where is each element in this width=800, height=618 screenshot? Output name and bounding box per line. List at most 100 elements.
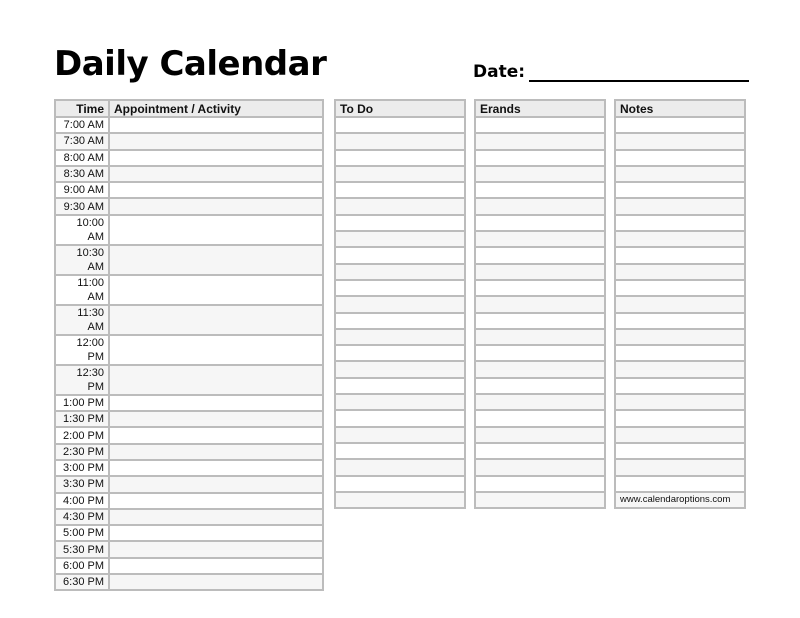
notes-cell[interactable] bbox=[614, 132, 746, 151]
activity-cell[interactable] bbox=[108, 491, 324, 510]
notes-cell[interactable] bbox=[614, 278, 746, 298]
errands-cell[interactable] bbox=[474, 311, 606, 330]
errands-cell[interactable] bbox=[474, 181, 606, 200]
notes-cell[interactable] bbox=[614, 181, 746, 200]
todo-cell[interactable] bbox=[334, 441, 466, 461]
errands-cell[interactable] bbox=[474, 490, 606, 510]
errands-cell[interactable] bbox=[474, 474, 606, 493]
errands-cell[interactable] bbox=[474, 344, 606, 363]
activity-cell[interactable] bbox=[108, 164, 324, 184]
activity-cell[interactable] bbox=[108, 148, 324, 167]
todo-cell[interactable] bbox=[334, 409, 466, 428]
notes-cell[interactable] bbox=[614, 197, 746, 216]
errands-cell[interactable] bbox=[474, 115, 606, 135]
errands-cell[interactable] bbox=[474, 441, 606, 461]
errands-cell[interactable] bbox=[474, 246, 606, 265]
notes-cell[interactable] bbox=[614, 458, 746, 477]
todo-cell[interactable] bbox=[334, 311, 466, 330]
notes-cell[interactable] bbox=[614, 344, 746, 363]
notes-cell[interactable] bbox=[614, 425, 746, 444]
errands-cell[interactable] bbox=[474, 409, 606, 428]
todo-cell[interactable] bbox=[334, 246, 466, 265]
activity-cell[interactable] bbox=[108, 213, 324, 246]
todo-cell[interactable] bbox=[334, 164, 466, 184]
todo-cell[interactable] bbox=[334, 393, 466, 412]
activity-cell[interactable] bbox=[108, 393, 324, 413]
errands-cell[interactable] bbox=[474, 213, 606, 233]
errands-cell[interactable] bbox=[474, 148, 606, 167]
activity-cell[interactable] bbox=[108, 181, 324, 200]
notes-cell[interactable] bbox=[614, 393, 746, 412]
activity-cell[interactable] bbox=[108, 524, 324, 543]
activity-cell[interactable] bbox=[108, 475, 324, 494]
errands-cell[interactable] bbox=[474, 197, 606, 216]
todo-cell[interactable] bbox=[334, 230, 466, 249]
todo-cell[interactable] bbox=[334, 278, 466, 298]
activity-cell[interactable] bbox=[108, 458, 324, 478]
activity-cell[interactable] bbox=[108, 573, 324, 592]
errands-cell[interactable] bbox=[474, 164, 606, 184]
errands-cell[interactable] bbox=[474, 360, 606, 379]
todo-cell[interactable] bbox=[334, 376, 466, 396]
activity-cell[interactable] bbox=[108, 197, 324, 216]
date-input-line[interactable] bbox=[529, 62, 750, 82]
todo-cell[interactable] bbox=[334, 262, 466, 281]
activity-cell[interactable] bbox=[108, 303, 324, 336]
notes-cell[interactable] bbox=[614, 360, 746, 379]
errands-cell[interactable] bbox=[474, 425, 606, 444]
todo-row bbox=[334, 441, 466, 461]
errands-cell[interactable] bbox=[474, 132, 606, 151]
notes-cell[interactable] bbox=[614, 376, 746, 396]
activity-cell[interactable] bbox=[108, 132, 324, 151]
activity-cell[interactable] bbox=[108, 540, 324, 559]
todo-cell[interactable] bbox=[334, 360, 466, 379]
todo-cell[interactable] bbox=[334, 148, 466, 167]
notes-cell[interactable] bbox=[614, 441, 746, 461]
todo-cell[interactable] bbox=[334, 474, 466, 493]
activity-cell[interactable] bbox=[108, 115, 324, 135]
todo-cell[interactable] bbox=[334, 132, 466, 151]
todo-cell[interactable] bbox=[334, 425, 466, 444]
errands-cell[interactable] bbox=[474, 376, 606, 396]
notes-cell[interactable] bbox=[614, 246, 746, 265]
todo-cell[interactable] bbox=[334, 181, 466, 200]
notes-cell[interactable] bbox=[614, 327, 746, 347]
activity-cell[interactable] bbox=[108, 507, 324, 527]
activity-cell[interactable] bbox=[108, 556, 324, 576]
activity-cell[interactable] bbox=[108, 426, 324, 445]
errands-cell[interactable] bbox=[474, 230, 606, 249]
schedule-row: 1:30 PM bbox=[54, 410, 324, 429]
todo-cell[interactable] bbox=[334, 197, 466, 216]
notes-cell[interactable] bbox=[614, 311, 746, 330]
notes-cell[interactable] bbox=[614, 262, 746, 281]
errands-cell[interactable] bbox=[474, 295, 606, 314]
notes-cell[interactable] bbox=[614, 230, 746, 249]
notes-cell[interactable] bbox=[614, 148, 746, 167]
activity-cell[interactable] bbox=[108, 363, 324, 396]
todo-cell[interactable] bbox=[334, 295, 466, 314]
errands-cell[interactable] bbox=[474, 458, 606, 477]
notes-cell[interactable] bbox=[614, 213, 746, 233]
notes-row: www.calendaroptions.com bbox=[614, 490, 746, 510]
todo-cell[interactable] bbox=[334, 458, 466, 477]
activity-cell[interactable] bbox=[108, 273, 324, 306]
todo-cell[interactable] bbox=[334, 344, 466, 363]
notes-cell[interactable] bbox=[614, 164, 746, 184]
notes-cell[interactable] bbox=[614, 409, 746, 428]
errands-cell[interactable] bbox=[474, 278, 606, 298]
notes-cell[interactable] bbox=[614, 474, 746, 493]
notes-cell[interactable] bbox=[614, 295, 746, 314]
errands-row bbox=[474, 425, 606, 444]
activity-cell[interactable] bbox=[108, 243, 324, 276]
notes-cell[interactable] bbox=[614, 115, 746, 135]
todo-cell[interactable] bbox=[334, 490, 466, 510]
todo-cell[interactable] bbox=[334, 327, 466, 347]
errands-cell[interactable] bbox=[474, 327, 606, 347]
errands-cell[interactable] bbox=[474, 393, 606, 412]
errands-cell[interactable] bbox=[474, 262, 606, 281]
todo-cell[interactable] bbox=[334, 213, 466, 233]
activity-cell[interactable] bbox=[108, 442, 324, 461]
activity-cell[interactable] bbox=[108, 333, 324, 366]
todo-cell[interactable] bbox=[334, 115, 466, 135]
activity-cell[interactable] bbox=[108, 410, 324, 429]
